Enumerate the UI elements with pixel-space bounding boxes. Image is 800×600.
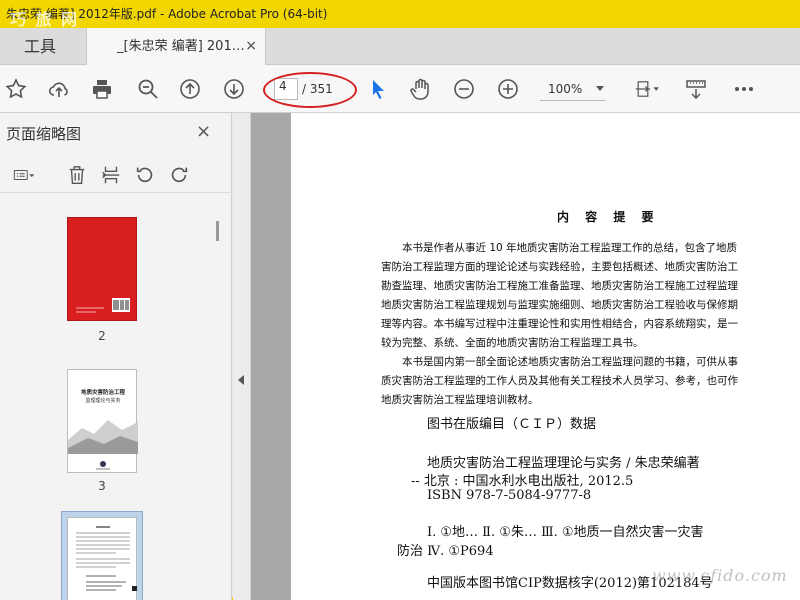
hand-icon[interactable] [406,75,434,103]
zoom-level-select[interactable]: 100% [540,77,606,101]
fit-page-icon[interactable] [630,75,664,103]
summary-line: 本书是作者从事近 10 年地质灾害防治工程监理工作的总结，包含了地质 [381,242,738,254]
page-navigator: 4 / 351 [270,75,350,103]
summary-line: 地质灾害防治工程监理培训教材。 [381,394,539,406]
cip-heading: 图书在版编目（ＣＩＰ）数据 [427,417,597,432]
title-bar: 朱忠荣 编著] 2012年版.pdf - Adobe Acrobat Pro (… [0,0,800,28]
barcode-icon [76,298,130,313]
scroll-mode-icon[interactable] [682,75,710,103]
thumbnail-page-3[interactable]: 地质灾害防治工程 监理理论与实务 [67,369,138,473]
tab-bar: 工具 _[朱忠荣 编著] 201… × [0,28,800,66]
more-icon[interactable] [730,75,758,103]
summary-heading: 内 容 提 要 [557,210,660,224]
zoom-level-value: 100% [548,81,583,96]
cip-line: ISBN 978-7-5084-9777-8 [427,488,592,503]
cloud-upload-icon[interactable] [45,75,73,103]
summary-line: 勘查监理、地质灾害防治工程施工准备监理、地质灾害防治工程施工过程监理 [381,280,738,292]
thumbnail-label-3: 3 [98,479,106,493]
landscape-illustration-icon [68,420,138,470]
summary-line: 本书是国内第一部全面论述地质灾害防治工程监理问题的书籍，可供从事 [381,356,738,368]
page-number-input[interactable]: 4 [274,78,298,100]
select-arrow-icon[interactable] [364,75,392,103]
tab-document-label: _[朱忠荣 编著] 201… [117,39,245,54]
cip-line: 防治 Ⅳ. ①P694 [397,544,494,559]
print-icon[interactable] [88,75,116,103]
close-panel-icon[interactable]: × [196,121,211,142]
close-tab-icon[interactable]: × [245,28,257,65]
thumbnail-scrollbar[interactable] [212,203,226,600]
page-total: / 351 [302,82,333,96]
watermark-text: www.cfido.com [652,566,788,585]
thumbnail-page-2[interactable] [67,217,137,321]
zoom-out-icon[interactable] [450,75,478,103]
thumbnail-page-4[interactable] [67,517,137,600]
thumbnail-label-2: 2 [98,329,106,343]
rotate-right-icon[interactable] [166,162,192,188]
summary-line: 质灾害防治工程监理的工作人员及其他有关工程技术人员学习、参考，也可作 [381,375,738,387]
pdf-page: 内 容 提 要 本书是作者从事近 10 年地质灾害防治工程监理工作的总结，包含了… [291,113,800,600]
panel-title: 页面缩略图 [6,125,82,143]
chevron-down-icon [596,86,604,91]
scrollbar-thumb[interactable] [216,221,219,241]
text-page-preview-icon [76,526,137,591]
rotate-left-icon[interactable] [132,162,158,188]
page-up-icon[interactable] [176,75,204,103]
page-down-icon[interactable] [220,75,248,103]
trash-icon[interactable] [64,162,90,188]
tab-document[interactable]: _[朱忠荣 编著] 201… × [86,28,266,66]
cip-line: 地质灾害防治工程监理理论与实务 / 朱忠荣编著 [427,456,700,471]
document-viewport[interactable]: 内 容 提 要 本书是作者从事近 10 年地质灾害防治工程监理工作的总结，包含了… [251,113,800,600]
summary-line: 较为完整、系统、全面的地质灾害防治工程监理工具书。 [381,337,644,349]
star-icon[interactable] [2,75,30,103]
cip-line: Ⅰ. ①地… Ⅱ. ①朱… Ⅲ. ①地质一自然灾害一灾害 [427,525,704,540]
chevron-left-icon[interactable] [238,375,244,385]
watermark-logo: 巧 旅 网 [10,10,80,28]
zoom-in-icon[interactable] [494,75,522,103]
panel-collapse-bar[interactable] [233,113,251,600]
summary-line: 理等内容。本书编写过程中注重理论性和实用性相结合，内容系统翔实，是一 [381,318,738,330]
summary-line: 害防治工程监理方面的理论论述与实践经验，主要包括概述、地质灾害防治工 [381,261,738,273]
cip-line: -- 北京 : 中国水利水电出版社, 2012.5 [411,474,634,489]
thumbnail-panel: 页面缩略图 × 2 地质灾害防治工程 监理理论与实务 3 [0,113,232,600]
summary-line: 地质灾害防治工程监理规划与监理实施细则、地质灾害防治工程验收与保修期 [381,299,738,311]
zoom-search-icon[interactable] [134,75,162,103]
tab-tools[interactable]: 工具 [0,28,80,65]
insert-page-icon[interactable] [98,162,124,188]
thumbnail-toolbar [0,159,232,193]
options-menu-icon[interactable] [4,162,44,188]
main-toolbar: 4 / 351 100% [0,65,800,113]
